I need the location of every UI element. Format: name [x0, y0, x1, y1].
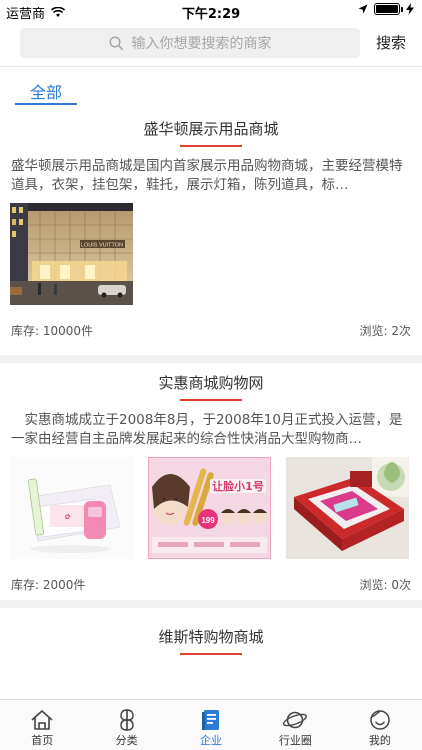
views-label: 浏览: 0次 — [359, 578, 412, 592]
storefront-image[interactable]: LOUIS VUITTON — [10, 203, 133, 305]
status-bar: 运营商 下午2:29 — [0, 0, 422, 22]
title-underline — [180, 653, 242, 655]
title-underline — [180, 399, 242, 401]
tab-category[interactable]: 分类 — [84, 700, 168, 750]
listing-separator — [0, 355, 422, 363]
enterprise-icon — [202, 710, 220, 730]
beauty-ad-image[interactable]: 让脸小1号 199 — [148, 457, 271, 559]
tab-label: 企业 — [200, 734, 223, 747]
ad-banner-text: 让脸小1号 — [212, 479, 264, 493]
tab-label: 我的 — [368, 734, 391, 747]
gift-box-image[interactable] — [286, 457, 409, 559]
location-arrow-icon — [358, 4, 368, 14]
listing-meta: 库存: 2000件 浏览: 0次 — [11, 576, 411, 593]
storefront-sign-text: LOUIS VUITTON — [81, 243, 123, 249]
views-label: 浏览: 2次 — [359, 324, 412, 338]
tab-home[interactable]: 首页 — [0, 700, 84, 750]
listing-card[interactable]: 维斯特购物商城 — [0, 618, 422, 698]
bottom-nav: 首页 分类 企业 行业圈 我的 — [0, 699, 422, 750]
cosmetics-image[interactable]: ✿ — [10, 457, 133, 559]
listing-title: 盛华顿展示用品商城 — [143, 120, 279, 138]
listing-title: 实惠商城购物网 — [158, 374, 264, 392]
search-input[interactable]: 输入你想要搜索的商家 — [20, 28, 360, 58]
search-icon — [108, 35, 123, 50]
tab-label: 首页 — [31, 734, 54, 747]
listing-description: 盛华顿展示用品商城是国内首家展示用品购物商城，主要经营模特道具，衣架，挂包架，鞋… — [11, 158, 403, 193]
listing-card[interactable]: 实惠商城购物网 实惠商城成立于2008年8月，于2008年10月正式投入运营，是… — [0, 364, 422, 594]
stock-label: 库存: 2000件 — [11, 578, 86, 592]
stock-label: 库存: 10000件 — [11, 324, 94, 338]
listing-separator — [0, 600, 422, 608]
tab-all[interactable]: 全部 — [15, 79, 77, 105]
charging-icon — [406, 3, 414, 15]
home-icon — [31, 710, 53, 730]
search-placeholder: 输入你想要搜索的商家 — [131, 36, 272, 52]
search-bar: 输入你想要搜索的商家 搜索 — [0, 22, 422, 66]
tab-enterprise[interactable]: 企业 — [169, 700, 253, 750]
planet-icon — [283, 711, 308, 729]
listing-images: ✿ 让脸小1号 199 — [10, 457, 412, 559]
title-underline — [180, 145, 242, 147]
tab-profile[interactable]: 我的 — [338, 700, 422, 750]
tab-industry-circle[interactable]: 行业圈 — [253, 700, 337, 750]
profile-icon — [370, 710, 390, 730]
listing-card[interactable]: 盛华顿展示用品商城 盛华顿展示用品商城是国内首家展示用品购物商城，主要经营模特道… — [0, 110, 422, 350]
search-button[interactable]: 搜索 — [376, 32, 406, 53]
listing-images: LOUIS VUITTON — [10, 203, 412, 305]
tab-label: 行业圈 — [278, 734, 312, 747]
tab-label: 分类 — [115, 734, 138, 747]
listing-meta: 库存: 10000件 浏览: 2次 — [11, 322, 411, 339]
battery-icon — [374, 3, 403, 15]
ad-price-text: 199 — [201, 516, 215, 525]
filter-tabs: 全部 — [0, 67, 422, 107]
listing-description: 实惠商城成立于2008年8月，于2008年10月正式投入运营，是一家由经营自主品… — [11, 412, 403, 447]
listing-title: 维斯特购物商城 — [158, 628, 264, 646]
category-icon — [119, 709, 134, 731]
